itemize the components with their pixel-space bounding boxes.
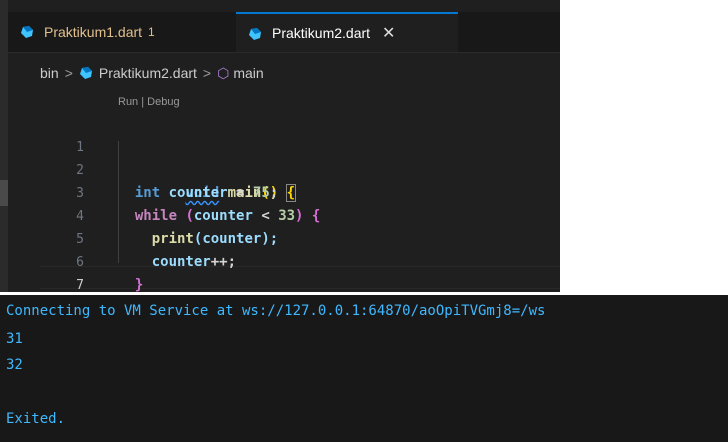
breadcrumb: bin > Praktikum2.dart > ⬡ main — [40, 60, 264, 86]
activity-gutter-marker — [0, 180, 8, 206]
code-line: 6 } — [40, 228, 560, 292]
breadcrumb-symbol[interactable]: main — [233, 65, 263, 81]
debug-console[interactable]: Connecting to VM Service at ws://127.0.0… — [0, 295, 728, 442]
tab-praktikum1[interactable]: Praktikum1.dart 1 — [8, 12, 236, 52]
activity-gutter — [0, 0, 8, 292]
code-line: 3 while (counter < 33) { — [40, 159, 560, 224]
console-line: Exited. — [6, 411, 66, 427]
symbol-method-icon: ⬡ — [217, 64, 230, 81]
problems-count-badge: 1 — [148, 25, 155, 39]
breadcrumb-separator: > — [64, 65, 73, 81]
tab-praktikum2-label: Praktikum2.dart — [272, 25, 371, 41]
code-line: 2 int counter = 75; — [40, 136, 560, 201]
code-lines[interactable]: 1 void main() { 2 int counter = 75; 3 wh… — [40, 113, 560, 292]
breadcrumb-separator: > — [202, 65, 212, 81]
tab-praktikum2[interactable]: Praktikum2.dart ✕ — [236, 12, 458, 52]
code-line: 4 print(counter); — [40, 182, 560, 247]
dart-icon — [79, 67, 92, 79]
code-line: 7 } — [40, 251, 560, 292]
close-tab-icon[interactable]: ✕ — [382, 23, 395, 43]
codelens-run-debug[interactable]: Run | Debug — [118, 96, 180, 108]
close-brace: } — [134, 277, 144, 292]
console-line: 31 — [6, 331, 23, 347]
code-line: 5 counter++; — [40, 205, 560, 270]
console-line: 32 — [6, 357, 23, 373]
breadcrumb-file[interactable]: Praktikum2.dart — [99, 65, 197, 81]
tab-praktikum1-label: Praktikum1.dart — [44, 24, 143, 40]
code-line: 1 void main() { — [40, 113, 560, 202]
code-editor: Praktikum1.dart 1 Praktikum2.dart ✕ bin … — [0, 0, 560, 292]
dart-icon — [21, 26, 33, 38]
console-line: Connecting to VM Service at ws://127.0.0… — [6, 303, 546, 319]
editor-tab-bar: Praktikum1.dart 1 Praktikum2.dart ✕ — [8, 12, 560, 53]
dart-icon — [249, 28, 261, 40]
line-number: 7 — [76, 278, 84, 292]
breadcrumb-folder[interactable]: bin — [40, 65, 59, 81]
